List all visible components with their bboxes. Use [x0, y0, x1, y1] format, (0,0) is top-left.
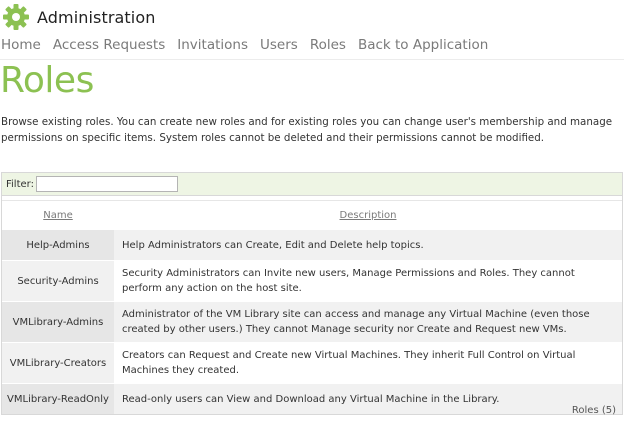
role-description: Read-only users can View and Download an…	[114, 383, 622, 414]
role-name: Security-Admins	[2, 260, 114, 302]
role-name: VMLibrary-ReadOnly	[2, 383, 114, 414]
column-header-name[interactable]: Name	[2, 201, 114, 230]
table-row[interactable]: VMLibrary-ReadOnly Read-only users can V…	[2, 383, 622, 414]
app-header: Administration	[2, 3, 155, 31]
app-title: Administration	[37, 7, 156, 27]
filter-bar: Filter:	[2, 173, 622, 196]
filter-input[interactable]	[35, 176, 178, 192]
roles-count: Roles (5)	[571, 405, 616, 416]
roles-grid: Filter: Name Description Help-Admins Hel…	[1, 172, 623, 415]
table-header-row: Name Description	[2, 201, 622, 230]
nav-back-to-application[interactable]: Back to Application	[358, 37, 488, 57]
filter-label: Filter:	[6, 178, 34, 190]
nav-roles[interactable]: Roles	[310, 37, 346, 57]
page-description: Browse existing roles. You can create ne…	[1, 116, 613, 144]
table-row[interactable]: VMLibrary-Creators Creators can Request …	[2, 342, 622, 384]
role-name: VMLibrary-Admins	[2, 301, 114, 343]
role-name: Help-Admins	[2, 229, 114, 261]
gear-icon	[2, 3, 30, 31]
nav-home[interactable]: Home	[1, 37, 41, 57]
main-nav: Home Access Requests Invitations Users R…	[1, 37, 500, 57]
table-row[interactable]: Help-Admins Help Administrators can Crea…	[2, 229, 622, 261]
role-description: Help Administrators can Create, Edit and…	[114, 229, 622, 261]
nav-invitations[interactable]: Invitations	[177, 37, 248, 57]
nav-users[interactable]: Users	[260, 37, 298, 57]
role-description: Security Administrators can Invite new u…	[114, 260, 622, 302]
column-header-description[interactable]: Description	[114, 201, 622, 230]
role-description: Administrator of the VM Library site can…	[114, 301, 622, 343]
table-row[interactable]: VMLibrary-Admins Administrator of the VM…	[2, 301, 622, 343]
role-name: VMLibrary-Creators	[2, 342, 114, 384]
role-description: Creators can Request and Create new Virt…	[114, 342, 622, 384]
nav-access-requests[interactable]: Access Requests	[53, 37, 165, 57]
page-title: Roles	[0, 60, 94, 101]
table-row[interactable]: Security-Admins Security Administrators …	[2, 260, 622, 302]
roles-table: Name Description Help-Admins Help Admini…	[2, 201, 622, 414]
